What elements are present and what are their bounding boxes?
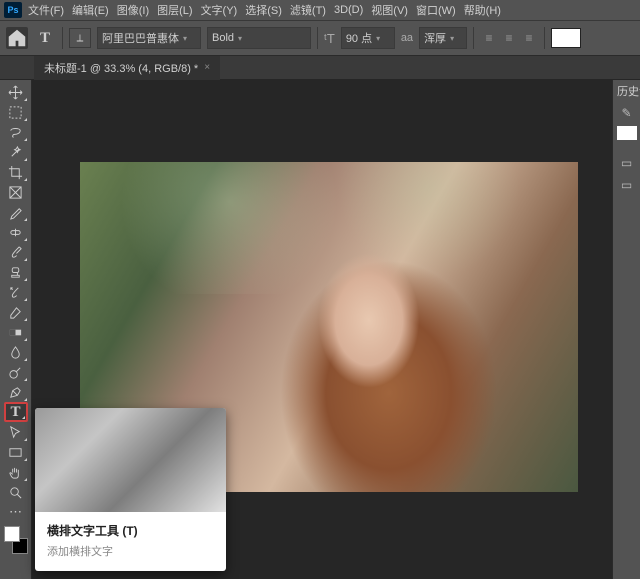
menu-edit[interactable]: 编辑(E)	[72, 2, 109, 18]
magic-wand-tool[interactable]	[4, 142, 28, 162]
menu-layer[interactable]: 图层(L)	[157, 2, 192, 18]
tools-panel: T ⋯	[0, 80, 32, 579]
antialias-value: 浑厚	[424, 30, 446, 46]
font-weight-value: Bold	[212, 32, 234, 44]
brush-icon[interactable]: ✎	[617, 104, 637, 122]
align-right-button[interactable]: ≡	[520, 29, 538, 47]
hand-tool[interactable]	[4, 462, 28, 482]
text-color-swatch[interactable]	[551, 28, 581, 48]
text-orientation-button[interactable]: ⟂	[69, 28, 91, 48]
panel-icon[interactable]: ▭	[617, 154, 637, 172]
divider	[544, 27, 545, 49]
menu-type[interactable]: 文字(Y)	[201, 2, 238, 18]
align-left-button[interactable]: ≡	[480, 29, 498, 47]
menu-help[interactable]: 帮助(H)	[464, 2, 501, 18]
options-bar: T ⟂ 阿里巴巴普惠体 ▾ Bold ▾ ᵗT 90 点 ▾ aa 浑厚 ▾ ≡ ≡ ≡	[0, 20, 640, 56]
right-panel: 历史记 ✎ ▭ ▭	[612, 80, 640, 579]
document-tab-title: 未标题-1 @ 33.3% (4, RGB/8) *	[44, 60, 198, 76]
tooltip-title: 横排文字工具 (T)	[47, 522, 214, 539]
document-tab-bar: 未标题-1 @ 33.3% (4, RGB/8) * ×	[0, 56, 640, 80]
blur-tool[interactable]	[4, 342, 28, 362]
stamp-tool[interactable]	[4, 262, 28, 282]
dodge-tool[interactable]	[4, 362, 28, 382]
move-tool[interactable]	[4, 82, 28, 102]
menu-bar: Ps 文件(F) 编辑(E) 图像(I) 图层(L) 文字(Y) 选择(S) 滤…	[0, 0, 640, 20]
document-tab[interactable]: 未标题-1 @ 33.3% (4, RGB/8) * ×	[34, 56, 220, 80]
chevron-down-icon: ▾	[450, 34, 454, 43]
tooltip-thumbnail	[35, 408, 226, 512]
antialias-label: aa	[401, 32, 413, 44]
menu-select[interactable]: 选择(S)	[245, 2, 282, 18]
menu-image[interactable]: 图像(I)	[117, 2, 149, 18]
gradient-tool[interactable]	[4, 322, 28, 342]
foreground-color[interactable]	[4, 526, 20, 542]
divider	[62, 27, 63, 49]
font-size-icon: ᵗT	[324, 31, 335, 46]
zoom-tool[interactable]	[4, 482, 28, 502]
close-icon[interactable]: ×	[204, 62, 210, 73]
home-button[interactable]	[6, 27, 28, 49]
tool-tooltip: 横排文字工具 (T) 添加横排文字	[35, 408, 226, 571]
lasso-tool[interactable]	[4, 122, 28, 142]
color-swatches[interactable]	[4, 526, 28, 554]
font-size-value: 90 点	[346, 30, 372, 46]
crop-tool[interactable]	[4, 162, 28, 182]
brush-tool[interactable]	[4, 242, 28, 262]
menu-file[interactable]: 文件(F)	[28, 2, 64, 18]
app-icon: Ps	[4, 2, 22, 18]
chevron-down-icon: ▾	[183, 34, 187, 43]
path-select-tool[interactable]	[4, 422, 28, 442]
divider	[473, 27, 474, 49]
tool-indicator: T	[34, 27, 56, 49]
marquee-tool[interactable]	[4, 102, 28, 122]
history-panel-tab[interactable]: 历史记	[613, 80, 640, 100]
history-brush-tool[interactable]	[4, 282, 28, 302]
divider	[317, 27, 318, 49]
frame-tool[interactable]	[4, 182, 28, 202]
tooltip-description: 添加横排文字	[47, 543, 214, 559]
eyedropper-tool[interactable]	[4, 202, 28, 222]
text-align-group: ≡ ≡ ≡	[480, 29, 538, 47]
edit-toolbar-button[interactable]: ⋯	[4, 502, 28, 522]
healing-tool[interactable]	[4, 222, 28, 242]
chevron-down-icon: ▾	[238, 34, 242, 43]
font-family-value: 阿里巴巴普惠体	[102, 30, 179, 46]
font-weight-dropdown[interactable]: Bold ▾	[207, 27, 311, 49]
chevron-down-icon: ▾	[376, 34, 380, 43]
pen-tool[interactable]	[4, 382, 28, 402]
align-center-button[interactable]: ≡	[500, 29, 518, 47]
type-tool[interactable]: T	[4, 402, 28, 422]
font-size-dropdown[interactable]: 90 点 ▾	[341, 27, 395, 49]
antialias-dropdown[interactable]: 浑厚 ▾	[419, 27, 467, 49]
panel-icon[interactable]: ▭	[617, 176, 637, 194]
menu-filter[interactable]: 滤镜(T)	[290, 2, 326, 18]
menu-3d[interactable]: 3D(D)	[334, 4, 363, 16]
menu-view[interactable]: 视图(V)	[371, 2, 408, 18]
font-family-dropdown[interactable]: 阿里巴巴普惠体 ▾	[97, 27, 201, 49]
eraser-tool[interactable]	[4, 302, 28, 322]
snapshot-swatch[interactable]	[617, 126, 637, 140]
rectangle-tool[interactable]	[4, 442, 28, 462]
menu-window[interactable]: 窗口(W)	[416, 2, 456, 18]
